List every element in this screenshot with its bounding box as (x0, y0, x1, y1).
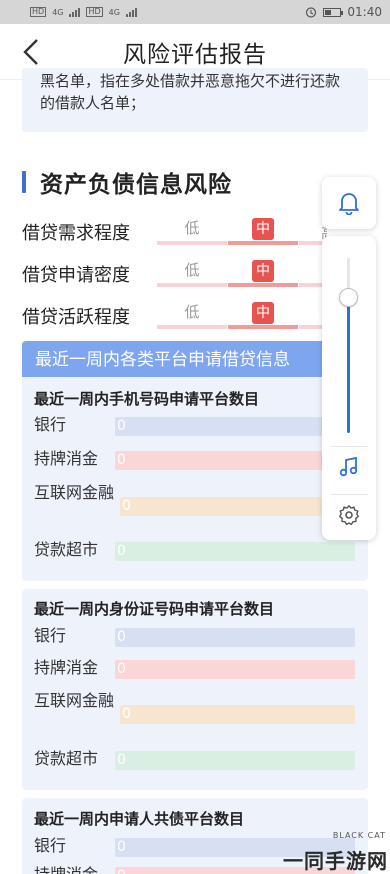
platform-value: 0 (117, 752, 126, 768)
risk-label: 借贷申请密度 (22, 265, 130, 286)
bell-icon (339, 193, 359, 215)
sound-settings-button[interactable] (336, 502, 362, 528)
risk-label: 借贷活跃程度 (22, 307, 130, 328)
platform-label-market: 贷款超市 (34, 749, 99, 768)
platform-panel-idcard: 最近一周内身份证号码申请平台数目 银行 0 持牌消金 0 互联网金融 0 贷款超… (22, 589, 368, 790)
risk-level-mid-tag: 中 (252, 260, 274, 282)
gear-icon (339, 505, 359, 526)
platform-label-licensed: 持牌消金 (34, 658, 99, 677)
platform-bar-internet: 0 (120, 705, 355, 724)
platform-value: 0 (117, 839, 126, 855)
notice-text: 黑名单，指在多处借款并恶意拖欠不进行还款的借款人名单； (40, 72, 341, 112)
platform-bar-market: 0 (115, 542, 355, 561)
volume-slider-track[interactable] (347, 258, 350, 433)
section-header: 资产负债信息风险 (22, 165, 232, 199)
network-1-label: 4G (52, 7, 64, 17)
risk-level-low: 低 (157, 215, 227, 245)
volume-panel (322, 236, 376, 540)
chevron-left-icon (23, 39, 38, 65)
platform-label-internet: 互联网金融 (34, 483, 115, 502)
section-accent-bar (22, 171, 26, 193)
notification-bell-button[interactable] (322, 177, 376, 229)
volume-slider-fill (347, 296, 350, 433)
risk-row-demand: 借贷需求程度 低 中 (22, 215, 369, 247)
back-button[interactable] (14, 34, 48, 70)
risk-level-low: 低 (157, 299, 227, 329)
platform-label-internet: 互联网金融 (34, 691, 115, 710)
panel-heading: 最近一周内身份证号码申请平台数目 (34, 600, 275, 618)
risk-level-low-text: 低 (184, 261, 200, 279)
risk-level-mid-tag: 中 (252, 302, 274, 324)
status-left: HD 4G HD 4G (30, 7, 137, 17)
risk-level-low: 低 (157, 257, 227, 287)
platform-label-licensed: 持牌消金 (34, 449, 99, 468)
platform-bar-licensed: 0 (115, 660, 355, 679)
panel-heading: 最近一周内申请人共债平台数目 (34, 810, 245, 828)
status-right: 01:40 (305, 5, 382, 19)
music-note-icon (339, 456, 358, 477)
alarm-icon (306, 7, 317, 18)
platform-label-bank: 银行 (34, 415, 67, 434)
platform-value: 0 (117, 452, 126, 468)
platform-value: 0 (117, 543, 126, 559)
risk-level-mid: 中 (228, 257, 298, 287)
platform-value: 0 (117, 629, 126, 645)
status-time: 01:40 (347, 5, 382, 19)
blacklist-notice: 黑名单，指在多处借款并恶意拖欠不进行还款的借款人名单； (22, 68, 368, 132)
risk-level-mid: 中 (228, 215, 298, 245)
signal-icon (69, 7, 81, 17)
sim1-label: HD (30, 7, 47, 17)
platform-value: 0 (117, 418, 126, 434)
watermark-subtext: BLACK CAT (332, 831, 386, 840)
watermark-text: 一同手游网 (283, 849, 388, 873)
risk-level-mid-tag: 中 (252, 218, 274, 240)
platform-value: 0 (122, 498, 131, 514)
platform-label-market: 贷款超市 (34, 540, 99, 559)
media-volume-button[interactable] (336, 454, 362, 480)
panel-heading: 最近一周内手机号码申请平台数目 (34, 390, 260, 408)
risk-level-low-text: 低 (184, 303, 200, 321)
signal-icon-2 (125, 7, 137, 17)
platform-value: 0 (122, 706, 131, 722)
risk-row-activity: 借贷活跃程度 低 中 (22, 299, 369, 331)
platform-label-bank: 银行 (34, 626, 67, 645)
platform-bar-bank: 0 (115, 628, 355, 647)
volume-slider-thumb[interactable] (339, 287, 358, 307)
divider (330, 494, 368, 495)
platform-label-licensed: 持牌消金 (34, 862, 98, 874)
risk-label: 借贷需求程度 (22, 223, 130, 244)
network-2-label: 4G (108, 7, 120, 17)
risk-row-density: 借贷申请密度 低 中 (22, 257, 369, 289)
platform-bar-licensed: 0 (115, 451, 325, 470)
status-bar: HD 4G HD 4G 01:40 (0, 0, 390, 24)
platform-bar-internet: 0 (120, 497, 355, 516)
platform-value: 0 (117, 661, 126, 677)
platform-value: 0 (117, 868, 126, 874)
platform-panel-phone: 最近一周内各类平台申请借贷信息 最近一周内手机号码申请平台数目 银行 0 持牌消… (22, 341, 368, 581)
risk-level-mid: 中 (228, 299, 298, 329)
watermark-logo: BLACK CAT 一同手游网 (283, 825, 390, 874)
page-title: 风险评估报告 (123, 41, 267, 68)
platform-label-bank: 银行 (34, 836, 67, 855)
platform-banner: 最近一周内各类平台申请借贷信息 (22, 341, 368, 377)
section-title: 资产负债信息风险 (40, 172, 232, 198)
platform-bar-market: 0 (115, 751, 355, 770)
sim2-label: HD (86, 7, 103, 17)
battery-icon (323, 7, 344, 17)
platform-bar-bank: 0 (115, 417, 325, 436)
divider (330, 446, 368, 447)
risk-level-low-text: 低 (184, 219, 200, 237)
